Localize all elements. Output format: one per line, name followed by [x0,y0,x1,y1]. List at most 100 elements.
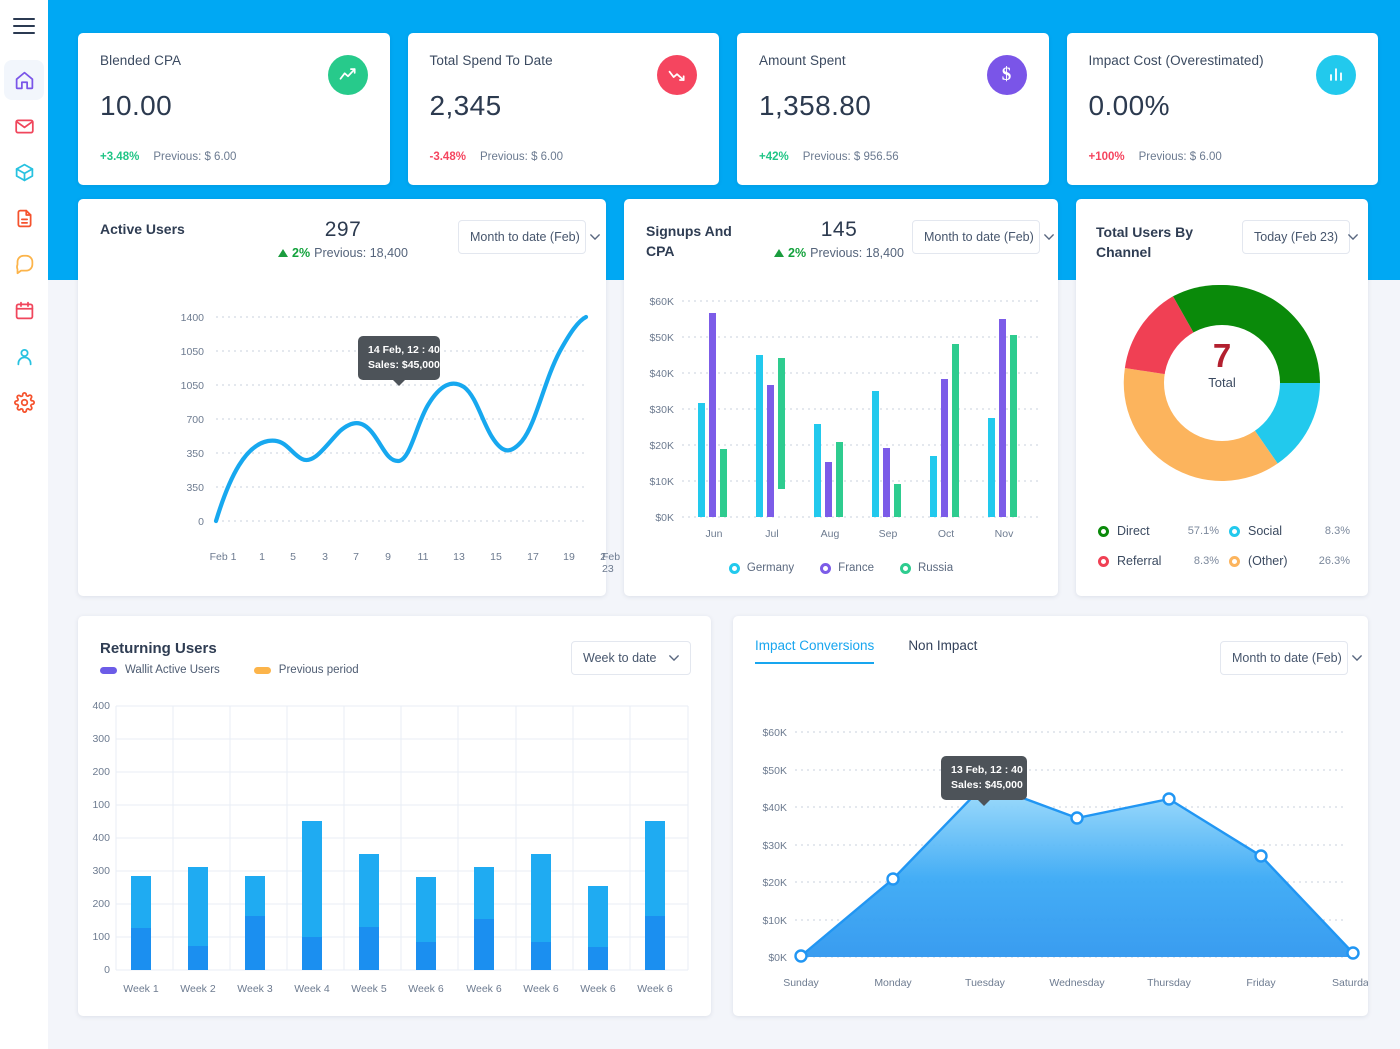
svg-text:Week 2: Week 2 [180,983,216,995]
legend-item-previous-period[interactable]: Previous period [253,664,359,676]
kpi-title: Impact Cost (Overestimated) [1088,53,1264,68]
active-users-chart: 1400 1050 1050 700 350 350 0 Feb 1 1 5 3… [181,312,606,563]
signups-delta-line: 2% Previous: 18,400 [749,246,929,260]
legend-marker-wallit [100,666,117,674]
tab-non-impact[interactable]: Non Impact [908,638,977,664]
impact-conversions-panel: Impact Conversions Non Impact Month to d… [733,616,1368,1016]
impact-range-value: Month to date (Feb) [1232,651,1342,665]
kpi-badge [1316,55,1356,95]
returning-users-range-select[interactable]: Week to date [571,641,691,675]
returning-users-panel: Returning Users Wallit Active Users Prev… [78,616,711,1016]
user-icon [17,348,31,365]
svg-text:$40K: $40K [762,802,787,814]
legend-item-referral[interactable]: Referral 8.3% [1098,554,1219,568]
svg-text:$60K: $60K [762,727,787,739]
data-point-wednesday[interactable] [1070,811,1084,825]
legend-item-direct[interactable]: Direct 57.1% [1098,524,1219,538]
svg-text:15: 15 [490,551,502,563]
svg-text:$10K: $10K [762,915,787,927]
sidebar-item-settings[interactable] [4,382,44,422]
svg-text:17: 17 [527,551,539,563]
kpi-previous: Previous: $ 6.00 [1138,151,1222,163]
dollar-icon: $ [1001,64,1012,85]
calendar-icon [15,301,33,319]
svg-text:Week 6: Week 6 [466,983,502,995]
donut-total-label: Total [1208,375,1236,390]
data-point-sunday[interactable] [794,949,808,963]
svg-text:200: 200 [92,766,110,778]
active-users-range-select[interactable]: Month to date (Feb) [458,220,600,254]
legend-item-social[interactable]: Social 8.3% [1229,524,1350,538]
data-point-friday[interactable] [1254,849,1268,863]
active-users-delta: 2% [292,246,311,260]
legend-pct-social: 8.3% [1324,525,1350,537]
page-title-returning-users: Returning Users [100,640,217,657]
trend-up-icon [339,68,356,80]
data-point-monday[interactable] [886,872,900,886]
legend-label-germany: Germany [746,562,795,574]
page-title-donut: Total Users By Channel [1096,224,1193,261]
sidebar-item-mail[interactable] [4,106,44,146]
legend-item-russia[interactable]: Russia [899,562,953,574]
legend-marker-social [1229,525,1240,537]
legend-item-germany[interactable]: Germany [728,562,795,574]
donut-range-select[interactable]: Today (Feb 23) [1242,220,1358,254]
kpi-card-impact-cost: Impact Cost (Overestimated) 0.00% +100% … [1066,33,1378,185]
svg-text:$20K: $20K [649,440,674,452]
returning-bars [131,821,665,970]
document-icon [17,209,31,227]
impact-tooltip: 13 Feb, 12 : 40 Sales: $45,000 [941,756,1027,801]
legend-marker-france [820,562,832,574]
data-point-thursday[interactable] [1162,792,1176,806]
chevron-down-icon [1348,234,1358,240]
svg-text:Week 1: Week 1 [123,983,159,995]
active-users-panel: Active Users 297 2% Previous: 18,400 Mon… [78,199,620,596]
impact-range-select[interactable]: Month to date (Feb) [1220,641,1362,675]
chevron-down-icon [1043,234,1054,240]
svg-text:7: 7 [353,551,359,563]
legend-marker-germany [728,562,740,574]
sidebar-item-calendar[interactable] [4,290,44,330]
signups-range-select[interactable]: Month to date (Feb) [912,220,1054,254]
sidebar-item-user[interactable] [4,336,44,376]
legend-label-direct: Direct [1117,524,1150,538]
kpi-previous: Previous: $ 6.00 [153,151,237,163]
data-point-saturday[interactable] [1346,946,1360,960]
svg-text:1050: 1050 [181,346,205,358]
svg-text:Nov: Nov [995,528,1014,540]
sidebar-item-chat[interactable] [4,244,44,284]
svg-text:400: 400 [92,700,110,712]
sidebar-item-box[interactable] [4,152,44,192]
page-title-signups: Signups And CPA [646,223,732,260]
chevron-down-icon [1351,655,1362,661]
svg-text:13: 13 [453,551,465,563]
legend-marker-other [1229,555,1240,567]
signups-legend: Germany France Russia [624,562,1058,574]
impact-tabs: Impact Conversions Non Impact [755,638,977,664]
legend-pct-referral: 8.3% [1193,555,1219,567]
signups-and-cpa-panel: Signups And CPA 145 2% Previous: 18,400 … [624,199,1058,596]
svg-text:400: 400 [92,832,110,844]
kpi-title: Blended CPA [100,53,182,68]
kpi-previous: Previous: $ 6.00 [479,151,564,163]
svg-text:$0K: $0K [768,952,787,964]
signups-previous: Previous: 18,400 [810,246,904,260]
chevron-down-icon [669,655,679,661]
tab-impact-conversions[interactable]: Impact Conversions [755,638,875,664]
returning-users-chart: 400 300 200 100 400 300 200 100 0 Week 1… [92,700,689,995]
svg-text:19: 19 [563,551,575,563]
legend-item-wallit-active-users[interactable]: Wallit Active Users [100,664,220,676]
legend-label-other: (Other) [1248,554,1288,568]
sidebar-item-home[interactable] [4,60,44,100]
triangle-up-icon [278,249,289,257]
svg-text:Wednesday: Wednesday [1049,977,1105,989]
svg-text:$40K: $40K [649,368,674,380]
signups-range-value: Month to date (Feb) [924,230,1034,244]
legend-item-france[interactable]: France [820,562,874,574]
donut-total-value: 7 [1212,337,1232,374]
svg-text:Sep: Sep [879,528,898,540]
hamburger-icon[interactable] [13,18,35,34]
legend-item-other[interactable]: (Other) 26.3% [1229,554,1350,568]
sidebar-item-document[interactable] [4,198,44,238]
svg-text:$50K: $50K [649,332,674,344]
